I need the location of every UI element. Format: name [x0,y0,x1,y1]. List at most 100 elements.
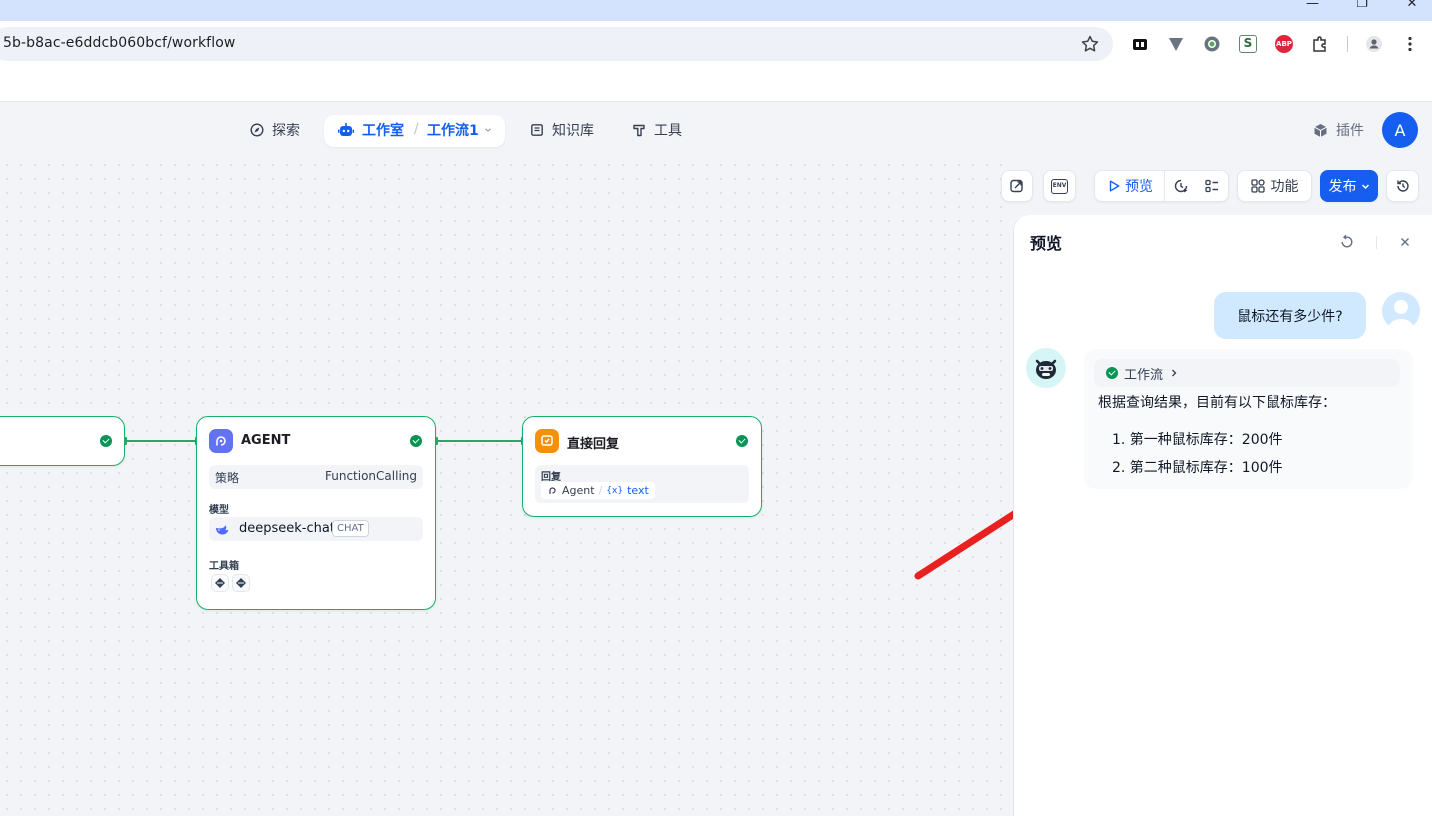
user-avatar[interactable]: A [1382,112,1418,148]
robot-icon [338,123,354,136]
nav-tools-label: 工具 [654,123,682,139]
agent-node-icon [209,429,233,453]
bookmark-bar [0,67,1432,102]
status-check-icon [736,435,748,447]
window-controls: — ❐ ✕ [1306,0,1432,21]
model-field: deepseek-chat CHAT [209,517,423,541]
previous-node[interactable] [0,416,125,466]
strategy-value: FunctionCalling [325,469,417,483]
breadcrumb-separator: / [414,121,419,137]
nav-plugins[interactable]: 插件 [1313,115,1364,145]
direct-reply-node[interactable]: 直接回复 回复 Agent / {x} text [522,416,762,517]
agent-node-title: AGENT [241,433,291,448]
preview-button[interactable]: 预览 [1095,171,1165,201]
features-button[interactable]: 功能 [1237,170,1312,202]
nav-knowledge[interactable]: 知识库 [530,115,594,145]
reply-node-icon [535,429,559,453]
nav-studio-label: 工作室 [362,123,404,139]
url-input[interactable]: 5b-b8ac-e6ddcb060bcf/workflow [0,27,1113,61]
agent-small-icon [549,487,556,494]
vee-extension-icon[interactable] [1167,35,1185,53]
tool-diamond-icon [215,578,225,588]
status-check-icon [100,435,112,447]
nav-tools[interactable]: 工具 [632,115,682,145]
success-check-icon [1106,367,1118,379]
var-separator: / [598,484,603,497]
play-icon [1109,180,1120,192]
user-message-text: 鼠标还有多少件? [1237,308,1343,325]
status-check-icon [410,435,422,447]
nav-explore-label: 探索 [272,123,300,139]
tool-diamond-icon [236,578,246,588]
nav-plugins-label: 插件 [1336,123,1364,139]
hammer-icon [633,124,645,137]
canvas-export-button[interactable] [1001,170,1033,202]
strategy-field: 策略 FunctionCalling [209,465,423,489]
edge-agent-reply[interactable] [437,440,522,442]
var-name: text [627,484,649,497]
abp-extension-icon[interactable]: ABP [1275,35,1293,53]
nav-explore[interactable]: 探索 [250,115,300,145]
panel-title: 预览 [1030,234,1063,253]
nav-studio[interactable]: 工作室 [338,115,404,145]
tab-extension-icon[interactable] [1131,35,1149,53]
checklist-button[interactable] [1197,171,1227,201]
preview-label: 预览 [1125,179,1153,195]
features-label: 功能 [1270,179,1299,195]
chevron-down-icon [484,128,491,133]
nav-knowledge-label: 知识库 [552,123,594,139]
model-value: deepseek-chat [239,521,335,536]
workflow-process-chip[interactable]: 工作流 [1094,359,1400,387]
variable-icon: {x} [606,485,624,496]
toolbar-divider [1347,36,1348,52]
restore-icon[interactable]: ❐ [1356,0,1368,12]
publish-button[interactable]: 发布 [1320,170,1378,202]
reply-label: 回复 [541,472,561,483]
reply-field: 回复 Agent / {x} text [535,465,749,503]
grid-icon [1250,179,1265,193]
puzzle-extension-icon[interactable] [1311,35,1329,53]
nav-workflow-label: 工作流1 [427,123,479,139]
env-icon: ENV [1051,178,1068,194]
chevron-right-icon [1172,369,1177,377]
agent-node[interactable]: AGENT 策略 FunctionCalling 模型 deepseek-cha… [196,416,436,610]
clock-play-icon [1174,179,1188,193]
cube-icon [1314,123,1327,137]
address-bar: 5b-b8ac-e6ddcb060bcf/workflow S ABP [0,21,1432,67]
user-message: 鼠标还有多少件? [1214,292,1366,339]
refresh-icon[interactable] [1339,234,1355,250]
bookmark-star-icon[interactable] [1080,34,1100,54]
s-extension-icon[interactable]: S [1239,35,1257,53]
preview-panel: 预览 鼠标还有多少件? 工作流 根据查询结果，目前有以下鼠标库存： 1. 第一种… [1013,215,1432,816]
circle-extension-icon[interactable] [1203,35,1221,53]
reply-node-title: 直接回复 [567,437,620,452]
edge-start-agent[interactable] [126,440,196,442]
profile-icon[interactable] [1365,35,1383,53]
tool-item[interactable] [211,574,229,592]
tool-item[interactable] [232,574,250,592]
close-icon[interactable] [1399,236,1411,248]
workflow-canvas[interactable] [0,158,1013,816]
checklist-icon [1205,179,1218,193]
workflow-chip-label: 工作流 [1124,367,1164,383]
model-type-badge: CHAT [332,520,369,537]
run-history-button[interactable] [1165,171,1197,201]
chevron-down-icon [1361,183,1369,189]
reply-variable-tag: Agent / {x} text [541,482,655,499]
preview-button-group: 预览 [1094,170,1229,202]
close-icon[interactable]: ✕ [1406,0,1418,12]
minimize-icon[interactable]: — [1306,0,1319,12]
panel-divider [1376,236,1377,249]
nav-workflow-dropdown[interactable]: 工作流1 [427,115,492,145]
compass-icon [250,123,264,137]
app-header: 探索 工作室 / 工作流1 知识库 工具 插件 [0,102,1432,158]
env-button[interactable]: ENV [1043,170,1076,202]
history-icon [1396,180,1409,192]
version-history-button[interactable] [1386,170,1419,202]
bot-answer: 工作流 根据查询结果，目前有以下鼠标库存： 1. 第一种鼠标库存：200件 2.… [1084,349,1413,489]
toolbox-label: 工具箱 [209,561,239,572]
user-avatar-icon [1382,292,1420,330]
deepseek-whale-icon [216,525,229,535]
menu-icon[interactable] [1401,35,1419,53]
browser-titlebar: — ❐ ✕ [0,0,1432,21]
